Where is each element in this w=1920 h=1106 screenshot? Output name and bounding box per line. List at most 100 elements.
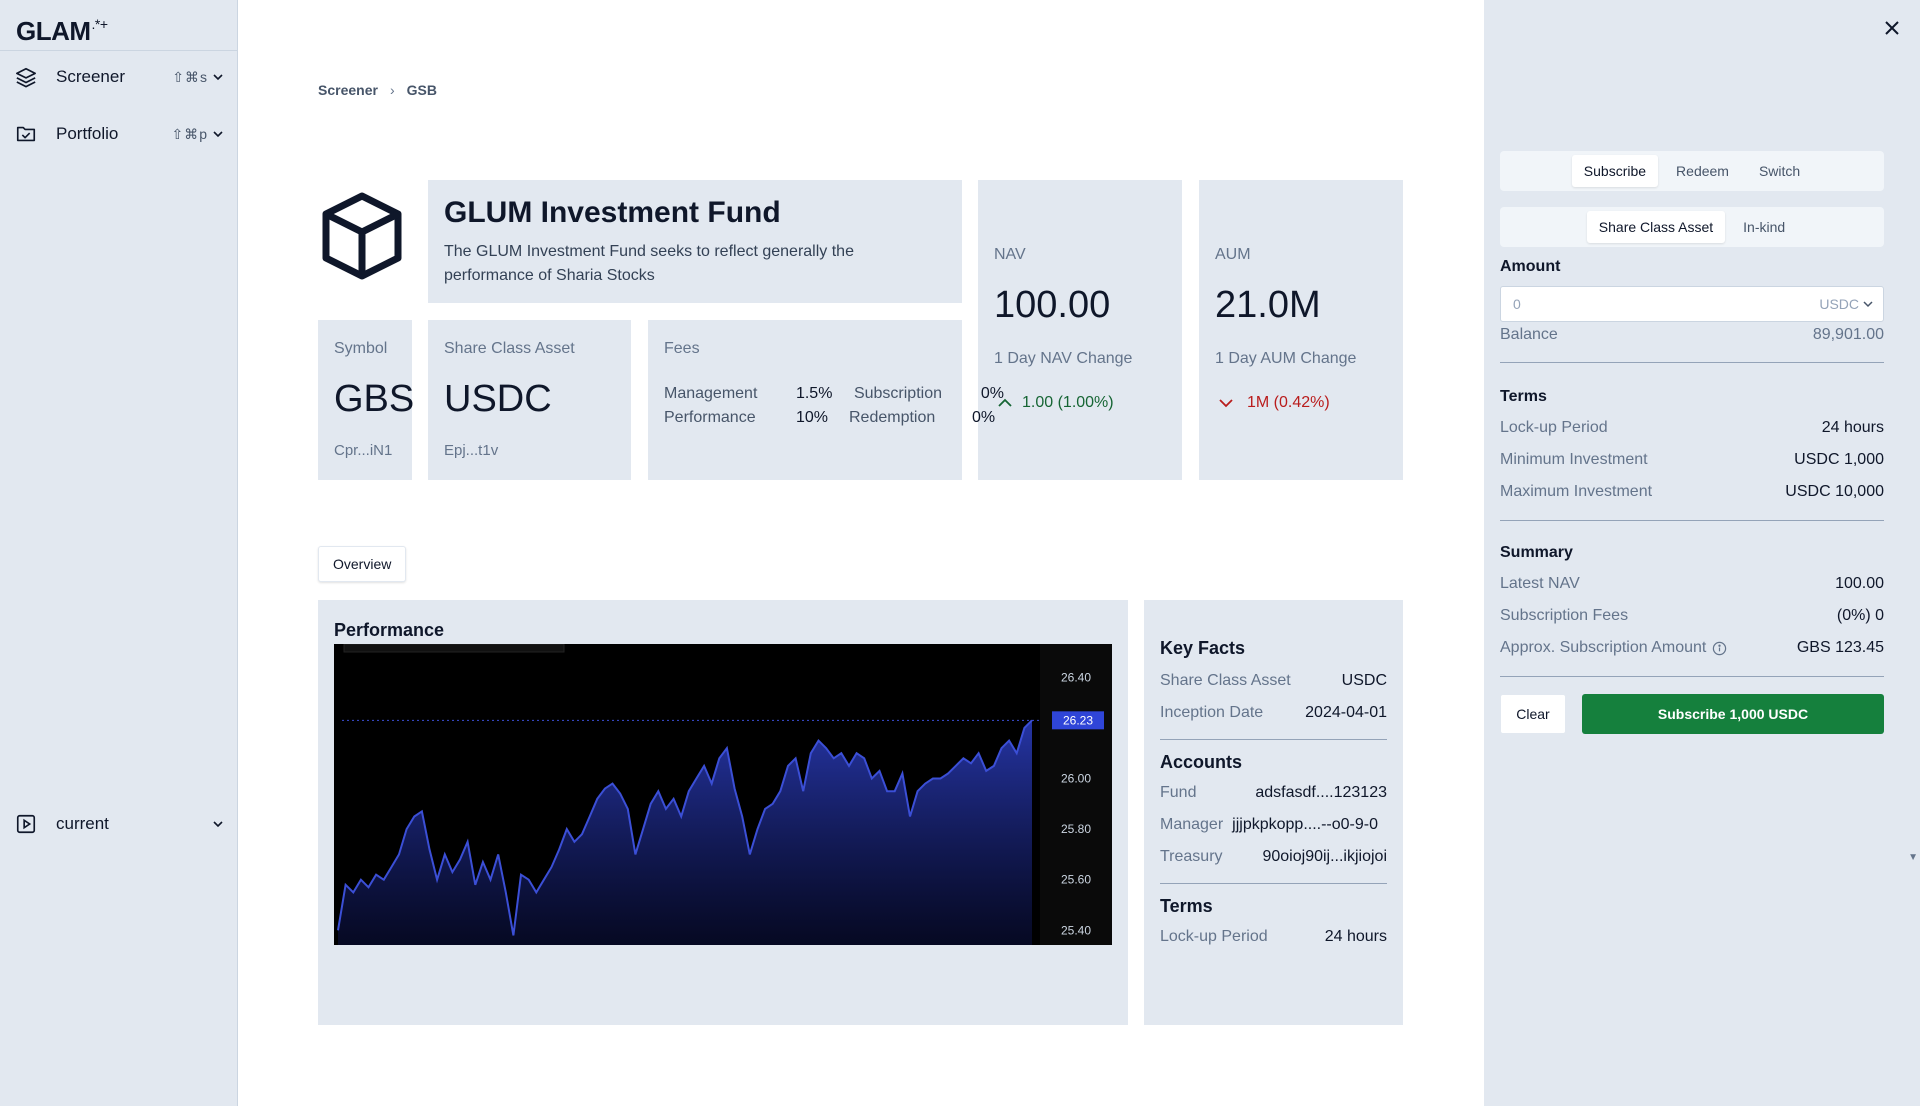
aum-change: 1M (0.42%) — [1219, 394, 1330, 412]
term-value: 24 hours — [1821, 419, 1884, 436]
summary-label: Latest NAV — [1500, 575, 1580, 592]
account-label: Manager — [1160, 816, 1224, 833]
aum-change-label: 1 Day AUM Change — [1215, 350, 1357, 367]
nav-change: 1.00 (1.00%) — [998, 394, 1114, 412]
balance-value: 89,901.00 — [1812, 326, 1884, 343]
share-class-asset-address[interactable]: Epj...t1v — [444, 442, 498, 459]
term-value: USDC 1,000 — [1794, 451, 1884, 468]
tab-switch[interactable]: Switch — [1747, 155, 1812, 187]
chevron-down-icon[interactable] — [212, 817, 226, 831]
fee-redemption-label: Redemption — [849, 409, 936, 426]
chevron-down-icon[interactable] — [212, 127, 226, 141]
term-row: Lock-up Period 24 hours — [1500, 419, 1884, 437]
nav-label: NAV — [994, 246, 1026, 263]
play-square-icon — [14, 812, 38, 836]
fund-title-card: GLUM Investment Fund The GLUM Investment… — [428, 180, 962, 303]
summary-title: Summary — [1500, 544, 1573, 561]
y-tick-label: 25.40 — [1061, 923, 1091, 937]
chevron-right-icon: › — [389, 82, 395, 98]
fee-subscription-value: 0% — [980, 385, 1005, 402]
close-icon[interactable] — [1880, 16, 1904, 40]
fee-management-value: 1.5% — [795, 385, 833, 402]
chevron-down-icon — [1219, 398, 1239, 408]
chevron-down-icon[interactable] — [212, 70, 226, 84]
aum-label: AUM — [1215, 246, 1251, 263]
sidebar-item-current[interactable]: current — [14, 806, 226, 842]
tab-redeem[interactable]: Redeem — [1664, 155, 1741, 187]
summary-label: Approx. Subscription Amount — [1500, 639, 1707, 656]
clear-button[interactable]: Clear — [1500, 694, 1566, 734]
key-fact-term-row: Lock-up Period 24 hours — [1160, 921, 1387, 953]
performance-title: Performance — [334, 620, 445, 640]
term-value: 24 hours — [1324, 928, 1387, 945]
y-tick-label: 26.00 — [1061, 772, 1091, 786]
fee-subscription-label: Subscription — [853, 385, 942, 402]
logo-suffix: .*+ — [91, 16, 109, 32]
sidebar-item-label: Portfolio — [56, 124, 119, 143]
nav-card: NAV 100.00 1 Day NAV Change 1.00 (1.00%) — [978, 180, 1182, 480]
summary-row: Approx. Subscription Amount GBS 123.45 — [1500, 639, 1884, 657]
divider — [1500, 362, 1884, 363]
summary-label: Subscription Fees — [1500, 607, 1629, 624]
shortcut-hint: ⇧⌘s — [172, 68, 208, 85]
tab-overview[interactable]: Overview — [318, 546, 407, 582]
fund-description: The GLUM Investment Fund seeks to reflec… — [444, 243, 854, 284]
breadcrumb-root-link[interactable]: Screener — [318, 82, 378, 98]
summary-row: Latest NAV 100.00 — [1500, 575, 1884, 593]
subscribe-button[interactable]: Subscribe 1,000 USDC — [1582, 694, 1884, 734]
account-value[interactable]: 90oioj90ij...ikjiojoi — [1262, 848, 1387, 866]
info-icon[interactable] — [1712, 641, 1727, 656]
term-row: Minimum Investment USDC 1,000 — [1500, 451, 1884, 469]
tab-subscribe[interactable]: Subscribe — [1571, 155, 1659, 187]
nav-change-value: 1.00 (1.00%) — [1022, 394, 1114, 411]
summary-label-wrap: Approx. Subscription Amount — [1500, 639, 1727, 657]
sidebar-item-screener[interactable]: Screener ⇧⌘s — [14, 59, 226, 95]
account-row: Manager jjjpkpkopp....--o0-9-0 — [1160, 809, 1387, 841]
y-tick-label: 26.40 — [1061, 670, 1091, 684]
share-class-asset-card: Share Class Asset USDC Epj...t1v — [428, 320, 631, 480]
aum-card: AUM 21.0M 1 Day AUM Change 1M (0.42%) — [1199, 180, 1403, 480]
fees-label: Fees — [664, 340, 700, 357]
sidebar-item-label: current — [56, 814, 109, 833]
performance-card: Performance 26.40 26.00 25.80 25.60 25.40 26.… — [318, 600, 1128, 1025]
fund-title: GLUM Investment Fund — [444, 196, 781, 229]
divider — [1500, 676, 1884, 677]
sidebar: GLAM.*+ Screener ⇧⌘s Portfolio ⇧⌘p curre… — [0, 0, 238, 1106]
tab-share-class-asset[interactable]: Share Class Asset — [1586, 211, 1726, 243]
divider — [1500, 520, 1884, 521]
account-value[interactable]: adsfasdf....123123 — [1255, 784, 1387, 802]
term-label: Lock-up Period — [1160, 928, 1268, 945]
nav-change-label: 1 Day NAV Change — [994, 350, 1133, 367]
terms-title: Terms — [1500, 388, 1547, 405]
amount-input[interactable] — [1501, 296, 1820, 312]
sidebar-item-portfolio[interactable]: Portfolio ⇧⌘p — [14, 116, 226, 152]
term-label: Maximum Investment — [1500, 483, 1653, 500]
app-root: GLAM.*+ Screener ⇧⌘s Portfolio ⇧⌘p curre… — [0, 0, 1920, 1106]
key-fact-value: 2024-04-01 — [1305, 704, 1387, 721]
account-label: Treasury — [1160, 848, 1223, 865]
fee-redemption-value: 0% — [972, 409, 996, 426]
nav-value: 100.00 — [994, 284, 1111, 326]
breadcrumb-current: GSB — [406, 82, 437, 98]
summary-row: Subscription Fees (0%) 0 — [1500, 607, 1884, 625]
term-row: Maximum Investment USDC 10,000 — [1500, 483, 1884, 501]
symbol-label: Symbol — [334, 340, 388, 357]
term-label: Minimum Investment — [1500, 451, 1648, 468]
mode-tabs: Subscribe Redeem Switch — [1500, 151, 1884, 191]
account-value[interactable]: jjjpkpkopp....--o0-9-0 — [1223, 813, 1387, 837]
tab-in-kind[interactable]: In-kind — [1731, 211, 1797, 243]
term-label: Lock-up Period — [1500, 419, 1608, 436]
logo[interactable]: GLAM.*+ — [16, 16, 108, 50]
share-class-asset-value: USDC — [444, 378, 552, 420]
symbol-value: GBS — [334, 378, 415, 420]
last-value-label: 26.23 — [1063, 713, 1093, 727]
symbol-address[interactable]: Cpr...iN1 — [334, 442, 392, 459]
term-value: USDC 10,000 — [1785, 483, 1884, 500]
scroll-down-icon[interactable]: ▼ — [1908, 852, 1918, 863]
performance-chart[interactable]: 26.40 26.00 25.80 25.60 25.40 26.23 — [334, 644, 1112, 945]
aum-value: 21.0M — [1215, 284, 1321, 326]
currency-select[interactable]: USDC — [1819, 296, 1873, 312]
key-fact-row: Share Class Asset USDC — [1160, 665, 1387, 697]
account-row: Treasury 90oioj90ij...ikjiojoi — [1160, 841, 1387, 873]
symbol-card: Symbol GBS Cpr...iN1 — [318, 320, 415, 480]
